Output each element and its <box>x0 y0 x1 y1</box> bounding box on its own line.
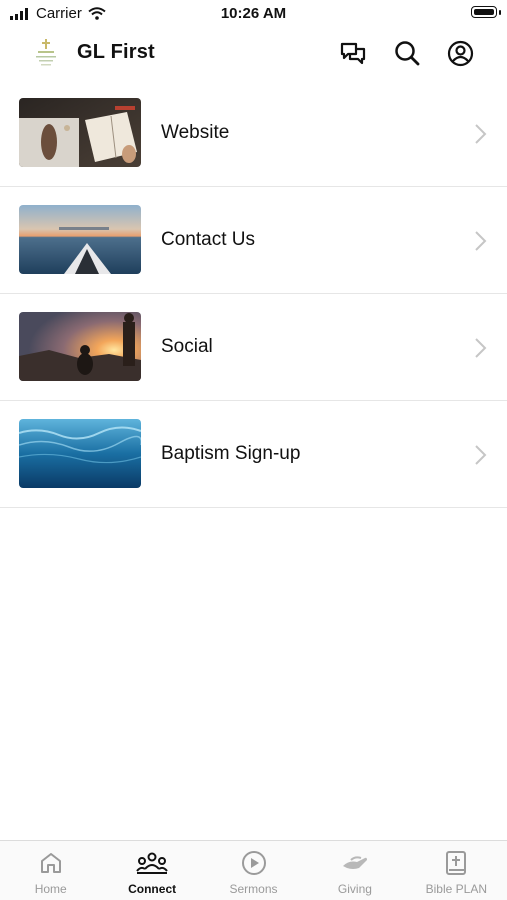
list-item-baptism-sign-up[interactable]: Baptism Sign-up <box>0 401 507 508</box>
tab-giving[interactable]: Giving <box>304 841 405 900</box>
tab-bible-plan[interactable]: Bible PLAN <box>406 841 507 900</box>
list-item-social[interactable]: Social <box>0 294 507 401</box>
bible-icon <box>446 851 467 875</box>
list-item-label: Contact Us <box>161 229 255 250</box>
tab-connect[interactable]: Connect <box>101 841 202 900</box>
list-item-website[interactable]: Website <box>0 80 507 187</box>
tab-label: Giving <box>337 882 372 896</box>
list-item-label: Baptism Sign-up <box>161 443 301 464</box>
underwater-photo <box>19 419 141 488</box>
chat-icon[interactable] <box>338 38 368 68</box>
app-title: GL First <box>77 41 155 63</box>
list-item-label: Website <box>161 122 230 143</box>
home-icon <box>40 853 61 873</box>
chevron-right-icon <box>475 124 487 144</box>
tab-sermons[interactable]: Sermons <box>203 841 304 900</box>
battery-cap <box>499 10 501 15</box>
giving-hand-icon <box>342 856 367 869</box>
chevron-right-icon <box>475 338 487 358</box>
status-bar: Carrier 10:26 AM <box>0 0 507 28</box>
tab-bar: Home Connect Sermons Giving Bible PLAN <box>0 840 507 900</box>
tab-label: Sermons <box>229 882 278 896</box>
profile-icon[interactable] <box>445 38 475 68</box>
search-icon[interactable] <box>392 38 422 68</box>
open-bible-photo <box>19 98 141 167</box>
play-icon <box>241 851 266 875</box>
chevron-right-icon <box>475 231 487 251</box>
tab-home[interactable]: Home <box>0 841 101 900</box>
tab-label: Home <box>34 882 67 896</box>
tab-label: Bible PLAN <box>425 882 488 896</box>
kayak-sea-photo <box>19 205 141 274</box>
chevron-right-icon <box>475 445 487 465</box>
battery-icon <box>471 6 497 18</box>
app-header: GL First <box>0 28 507 80</box>
tab-label: Connect <box>128 882 177 896</box>
sunset-people-photo <box>19 312 141 381</box>
list-item-label: Social <box>161 336 213 357</box>
group-icon <box>136 852 168 874</box>
list-item-contact-us[interactable]: Contact Us <box>0 187 507 294</box>
church-logo[interactable] <box>31 37 61 69</box>
connect-list: Website Contact Us Social Baptism Sign-u… <box>0 80 507 508</box>
status-time: 10:26 AM <box>220 5 287 22</box>
